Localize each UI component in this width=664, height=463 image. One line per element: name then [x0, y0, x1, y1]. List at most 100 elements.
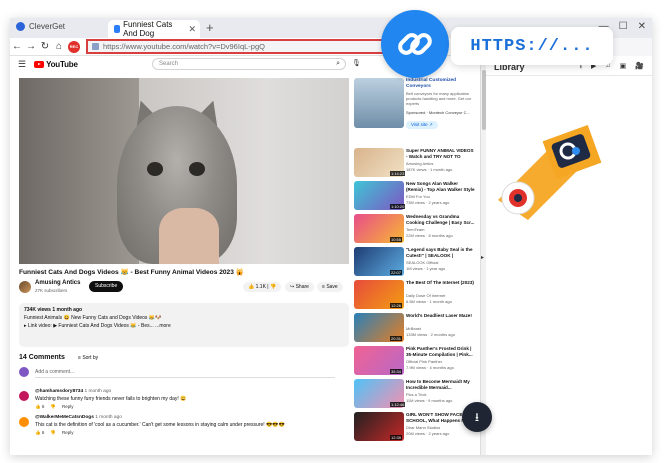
- suggested-video-channel[interactable]: TeenTeam: [406, 227, 424, 232]
- suggested-video[interactable]: 1:12:46 How to Become Mermaid! My Incredi…: [354, 379, 478, 409]
- video-duration: 12:26: [390, 303, 403, 308]
- comment-dislike-icon[interactable]: 👎: [50, 430, 56, 436]
- subscribe-button[interactable]: Subscribe: [89, 281, 124, 292]
- suggested-video-meta: 11M views · 9 months ago: [406, 398, 453, 403]
- suggested-video[interactable]: 12:26 The Best Of The Internet (2023) Dail…: [354, 280, 478, 310]
- suggested-video-meta: 73M views · 2 years ago: [406, 200, 450, 205]
- save-label: Save: [326, 284, 338, 290]
- suggested-video[interactable]: 20:31 World's Deadliest Laser Maze! MrBeas…: [354, 313, 478, 343]
- page-info-icon: [92, 43, 99, 50]
- channel-name[interactable]: Amusing Antics: [35, 280, 80, 286]
- tab-title: Funniest Cats And Dog: [123, 20, 173, 38]
- video-player[interactable]: [19, 78, 349, 264]
- app-name-label: CleverGet: [29, 22, 66, 31]
- url-input[interactable]: https://www.youtube.com/watch?v=Dv96IqL-…: [86, 39, 416, 54]
- browser-tab[interactable]: Funniest Cats And Dog ✕: [108, 20, 200, 38]
- like-count: 1.1K: [255, 284, 266, 290]
- suggested-video[interactable]: 1:14:23 Super FUNNY ANIMAL VIDEOS - Watch…: [354, 148, 478, 178]
- cat-eye: [189, 162, 205, 176]
- forward-icon[interactable]: →: [24, 41, 38, 52]
- channel-avatar[interactable]: [19, 281, 31, 293]
- suggested-video-channel[interactable]: MrBeast: [406, 326, 421, 331]
- download-button[interactable]: ⭳: [462, 402, 492, 432]
- ad-title[interactable]: Industrial Customized Conveyors: [406, 78, 476, 90]
- record-button[interactable]: REC: [68, 40, 80, 53]
- commenter-avatar[interactable]: [19, 417, 29, 427]
- comment-dislike-icon[interactable]: 👎: [50, 404, 56, 410]
- share-label: Share: [295, 284, 309, 290]
- hand-figure: [159, 208, 219, 264]
- suggested-video-title[interactable]: World's Deadliest Laser Maze!: [406, 313, 476, 325]
- suggested-video-channel[interactable]: EDM For You: [406, 194, 430, 199]
- suggested-video-channel[interactable]: SEALOOK Official: [406, 260, 438, 265]
- close-tab-icon[interactable]: ✕: [188, 24, 196, 35]
- description-link: ▸ Link video: ▶ Funniest Cats And Dogs V…: [24, 323, 171, 329]
- comment-text: This cat is the definition of 'cool as a…: [35, 422, 285, 428]
- ad-thumbnail[interactable]: [354, 78, 404, 128]
- suggested-video-title[interactable]: The Best Of The Internet (2023): [406, 280, 476, 292]
- youtube-logo[interactable]: YouTube: [34, 60, 78, 69]
- eye-pupil: [514, 194, 522, 202]
- comment-item: @hamhamsdory8734 1 month ago Watching th…: [19, 389, 349, 415]
- suggested-video-meta: 7.9M views · 4 months ago: [406, 365, 454, 370]
- video-duration: 1:12:46: [390, 402, 406, 407]
- suggested-video-title[interactable]: Pink Panther's Frosted Drink | 35-Minute…: [406, 346, 476, 358]
- description-box[interactable]: 734K views 1 month ago Funniest Animals …: [19, 303, 349, 347]
- comment-author-name: @hamhamsdory8734: [35, 389, 84, 394]
- microphone-icon[interactable]: 🎙: [352, 59, 361, 67]
- suggested-video-title[interactable]: How to Become Mermaid! My Incredible Mer…: [406, 379, 476, 391]
- library-panel: Library ⭳ ▶ ♫ ▣ 🎥: [486, 38, 652, 455]
- like-button[interactable]: 👍 1.1K | 👎: [243, 282, 282, 292]
- cat-eye: [147, 162, 163, 176]
- suggested-video[interactable]: 12:39 GIRL WON'T SHOW FACE in SCHOOL, Wha…: [354, 412, 478, 442]
- reload-icon[interactable]: ↻: [38, 41, 52, 52]
- commenter-avatar[interactable]: [19, 391, 29, 401]
- suggested-video-channel[interactable]: Daily Dose Of Internet: [406, 293, 445, 298]
- user-avatar: [19, 367, 29, 377]
- youtube-search-input[interactable]: Search ⌕: [152, 58, 346, 70]
- link-icon: [398, 33, 432, 55]
- save-button[interactable]: ≡ Save: [317, 282, 343, 292]
- ad-body: Belt conveyors for many application prod…: [406, 91, 472, 106]
- add-comment[interactable]: Add a comment...: [19, 367, 349, 379]
- youtube-play-icon: [34, 60, 45, 68]
- comment-reply-button[interactable]: Reply: [62, 430, 74, 436]
- add-comment-input[interactable]: Add a comment...: [35, 369, 335, 378]
- suggested-video[interactable]: 35:34 Pink Panther's Frosted Drink | 35-M…: [354, 346, 478, 376]
- video-duration: 12:39: [390, 435, 403, 440]
- suggested-video-channel[interactable]: Pics a Trick: [406, 392, 426, 397]
- home-icon[interactable]: ⌂: [52, 41, 66, 52]
- share-button[interactable]: ↪ Share: [285, 282, 314, 292]
- record-video-icon[interactable]: 🎥: [635, 62, 644, 73]
- comment-like-button[interactable]: 👍 6: [35, 404, 44, 410]
- comment-like-button[interactable]: 👍 6: [35, 430, 44, 436]
- suggested-video-channel[interactable]: Official Pink Panther: [406, 359, 442, 364]
- visit-site-button[interactable]: Visit site ↗: [406, 121, 438, 129]
- maximize-icon[interactable]: ☐: [619, 21, 628, 32]
- new-tab-button[interactable]: +: [206, 20, 214, 35]
- video-duration: 1:10:20: [390, 204, 406, 209]
- sponsored-ad[interactable]: Industrial Customized Conveyors Belt con…: [354, 78, 478, 148]
- menu-icon[interactable]: ☰: [18, 59, 26, 70]
- suggested-video[interactable]: 1:10:20 New Songs Alan Walker (Remix) - T…: [354, 181, 478, 211]
- suggested-video[interactable]: 10:55 Wednesday vs Grandma Cooking Challe…: [354, 214, 478, 244]
- suggested-video-title[interactable]: New Songs Alan Walker (Remix) - Top Alan…: [406, 181, 476, 193]
- panel-toggle-icon[interactable]: ▸: [481, 254, 484, 261]
- suggested-video-channel[interactable]: Amusing Antics: [406, 161, 433, 166]
- comment-like-count: 6: [41, 404, 45, 409]
- sort-by-button[interactable]: ≡ Sort by: [78, 355, 98, 361]
- suggested-video-title[interactable]: "Legend says Baby Seal is the Cutest!" |…: [406, 247, 476, 259]
- comment-author[interactable]: @WalkerMeMeCatsnDogs 1 month ago: [35, 415, 122, 420]
- video-duration: 10:55: [390, 237, 403, 242]
- suggested-video-channel[interactable]: Dhar Mann Studios: [406, 425, 440, 430]
- image-icon[interactable]: ▣: [620, 62, 627, 73]
- suggested-video[interactable]: 22:07 "Legend says Baby Seal is the Cutes…: [354, 247, 478, 277]
- comment-reply-button[interactable]: Reply: [62, 404, 74, 410]
- back-icon[interactable]: ←: [10, 41, 24, 52]
- suggested-video-meta: 1M views · 1 year ago: [406, 266, 446, 271]
- close-window-icon[interactable]: ✕: [638, 21, 646, 32]
- suggested-video-title[interactable]: Wednesday vs Grandma Cooking Challenge |…: [406, 214, 476, 226]
- search-icon[interactable]: ⌕: [336, 59, 340, 69]
- comment-author[interactable]: @hamhamsdory8734 1 month ago: [35, 389, 111, 394]
- suggested-video-title[interactable]: Super FUNNY ANIMAL VIDEOS - Watch and TR…: [406, 148, 476, 160]
